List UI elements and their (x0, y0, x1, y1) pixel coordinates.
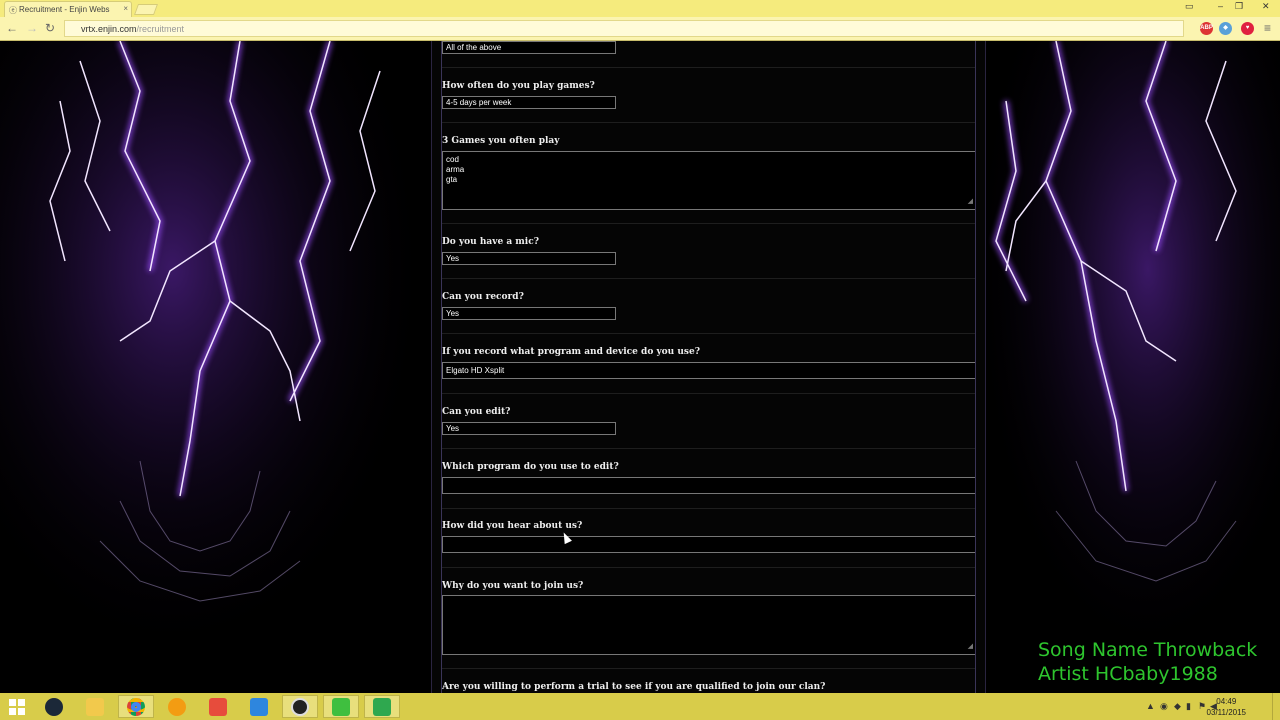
previous-answer-field[interactable]: All of the above (442, 41, 616, 54)
question-why-label: Why do you want to join us? (442, 581, 584, 591)
artist-overlay: Artist HCbaby1988 (1038, 663, 1218, 685)
browser-titlebar: ⓔ Recruitment - Enjin Webs × ▭ – ❐ ✕ (0, 0, 1280, 17)
games-line: cod (446, 155, 459, 164)
pocket-extension-icon[interactable]: ♥ (1241, 22, 1254, 35)
back-button[interactable]: ← (6, 21, 18, 35)
forward-button[interactable]: → (26, 21, 38, 35)
taskbar-file-explorer[interactable] (77, 695, 113, 718)
lightning-background-right (986, 41, 1280, 693)
tab-title: Recruitment - Enjin Webs (19, 5, 110, 14)
taskbar-camtasia-recorder[interactable] (323, 695, 359, 718)
start-button[interactable] (0, 695, 34, 718)
resize-grip-icon[interactable]: ◢ (968, 197, 973, 207)
divider (442, 393, 976, 394)
windows-logo-icon (9, 698, 25, 715)
question-games-label: 3 Games you often play (442, 136, 560, 146)
divider (442, 278, 976, 279)
url-path: /recruitment (136, 24, 185, 34)
edit-program-input[interactable] (442, 477, 976, 494)
show-desktop-button[interactable] (1272, 693, 1280, 720)
lightning-background-left (0, 41, 431, 693)
mic-select[interactable]: Yes (442, 252, 616, 265)
browser-toolbar: ← → ↻ vrtx.enjin.com/recruitment ABP ◆ ♥… (0, 17, 1280, 41)
divider (442, 223, 976, 224)
question-play-often-label: How often do you play games? (442, 81, 595, 91)
play-often-select[interactable]: 4-5 days per week (442, 96, 616, 109)
taskbar-chrome[interactable] (118, 695, 154, 718)
clock-date: 03/11/2015 (1206, 708, 1246, 717)
taskbar-windows-media-player[interactable] (241, 695, 277, 718)
taskbar-steam[interactable] (36, 695, 72, 718)
tray-flag-icon[interactable]: ⚑ (1198, 701, 1206, 712)
recruitment-form: All of the above How often do you play g… (431, 41, 986, 693)
taskbar-paint[interactable] (200, 695, 236, 718)
divider (442, 567, 976, 568)
steam-icon (45, 697, 63, 716)
edit-select[interactable]: Yes (442, 422, 616, 435)
clock-time: 04:49 (1216, 697, 1237, 706)
question-program-device-label: If you record what program and device do… (442, 347, 700, 357)
obs-icon (291, 697, 309, 716)
address-bar[interactable]: vrtx.enjin.com/recruitment (64, 20, 1184, 37)
system-clock[interactable]: 04:49 03/11/2015 (1207, 696, 1246, 718)
camtasia-recorder-icon (332, 697, 350, 716)
tray-steam-icon[interactable]: ◉ (1160, 701, 1168, 712)
hear-about-input[interactable] (442, 536, 976, 553)
games-line: gta (446, 175, 458, 184)
taskbar-media-player[interactable] (159, 695, 195, 718)
tray-chevron-icon[interactable]: ▲ (1146, 701, 1155, 711)
divider (442, 668, 976, 669)
question-record-label: Can you record? (442, 292, 524, 302)
close-window-button[interactable]: ✕ (1262, 1, 1270, 12)
tray-antivirus-icon[interactable]: ◆ (1174, 701, 1181, 712)
user-profile-icon[interactable]: ▭ (1185, 1, 1194, 12)
chrome-menu-button[interactable]: ≡ (1264, 21, 1271, 35)
adblock-extension-icon[interactable]: ABP (1200, 22, 1213, 35)
question-edit-label: Can you edit? (442, 407, 511, 417)
resize-grip-icon[interactable]: ◢ (968, 642, 973, 652)
browser-tab[interactable]: ⓔ Recruitment - Enjin Webs × (4, 1, 132, 17)
reload-button[interactable]: ↻ (45, 21, 55, 35)
question-trial-label: Are you willing to perform a trial to se… (442, 682, 826, 692)
divider (442, 67, 976, 68)
question-edit-program-label: Which program do you use to edit? (442, 462, 619, 472)
chrome-icon (127, 697, 145, 716)
question-hear-label: How did you hear about us? (442, 521, 583, 531)
folder-icon (86, 697, 104, 716)
extension-icon[interactable]: ◆ (1219, 22, 1232, 35)
divider (442, 122, 976, 123)
divider (442, 333, 976, 334)
url-host: vrtx.enjin.com (81, 24, 137, 34)
program-device-input[interactable]: Elgato HD Xsplit (442, 362, 976, 379)
record-select[interactable]: Yes (442, 307, 616, 320)
question-mic-label: Do you have a mic? (442, 237, 539, 247)
taskbar-camtasia-studio[interactable] (364, 695, 400, 718)
minimize-button[interactable]: – (1218, 1, 1223, 11)
media-player-icon (168, 697, 186, 716)
games-textarea[interactable]: cod arma gta ◢ (442, 151, 976, 210)
windows-taskbar: ▲ ◉ ◆ ▮ ⚑ ◀ 04:49 03/11/2015 (0, 693, 1280, 720)
paint-icon (209, 697, 227, 716)
enjin-favicon-icon: ⓔ (9, 6, 17, 15)
tray-network-icon[interactable]: ▮ (1186, 701, 1191, 712)
games-line: arma (446, 165, 465, 174)
taskbar-obs[interactable] (282, 695, 318, 718)
maximize-button[interactable]: ❐ (1235, 1, 1243, 12)
why-join-textarea[interactable]: ◢ (442, 595, 976, 655)
webpage: All of the above How often do you play g… (0, 41, 1280, 693)
song-name-overlay: Song Name Throwback (1038, 639, 1258, 661)
camtasia-studio-icon (373, 697, 391, 716)
new-tab-button[interactable] (133, 4, 159, 15)
play-icon (250, 697, 268, 716)
divider (442, 448, 976, 449)
tab-close-icon[interactable]: × (123, 4, 128, 13)
divider (442, 508, 976, 509)
